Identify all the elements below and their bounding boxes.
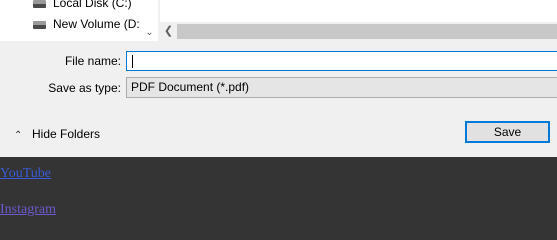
chevron-down-icon[interactable]: ⌄ — [141, 24, 158, 41]
hide-folders-button[interactable]: ⌃ Hide Folders — [14, 124, 100, 144]
file-list[interactable] — [160, 0, 557, 22]
tree-item-new-volume[interactable]: New Volume (D: — [33, 15, 140, 33]
save-dialog: Local Disk (C:) New Volume (D: ⌄ ❮ File … — [0, 0, 557, 157]
save-button[interactable]: Save — [465, 121, 550, 143]
file-name-input[interactable] — [126, 51, 557, 71]
tree-item-label: New Volume (D: — [53, 17, 140, 31]
drive-icon — [33, 20, 46, 29]
file-name-label: File name: — [64, 54, 121, 68]
save-as-type-select[interactable]: PDF Document (*.pdf) — [126, 77, 557, 98]
hide-folders-label: Hide Folders — [32, 127, 101, 141]
scrollbar-thumb[interactable] — [177, 24, 557, 39]
chevron-left-icon[interactable]: ❮ — [160, 22, 177, 41]
chevron-up-icon: ⌃ — [14, 130, 23, 141]
tree-item-label: Local Disk (C:) — [53, 0, 132, 10]
save-as-type-label: Save as type: — [48, 81, 121, 95]
instagram-link[interactable]: Instagram — [0, 202, 56, 218]
save-as-type-value: PDF Document (*.pdf) — [131, 80, 250, 94]
youtube-link[interactable]: YouTube — [0, 166, 51, 182]
tree-item-local-disk[interactable]: Local Disk (C:) — [33, 0, 132, 12]
folder-tree: Local Disk (C:) New Volume (D: ⌄ — [0, 0, 158, 41]
drive-icon — [33, 0, 46, 8]
horizontal-scrollbar[interactable]: ❮ — [160, 22, 557, 41]
text-caret — [132, 55, 133, 68]
